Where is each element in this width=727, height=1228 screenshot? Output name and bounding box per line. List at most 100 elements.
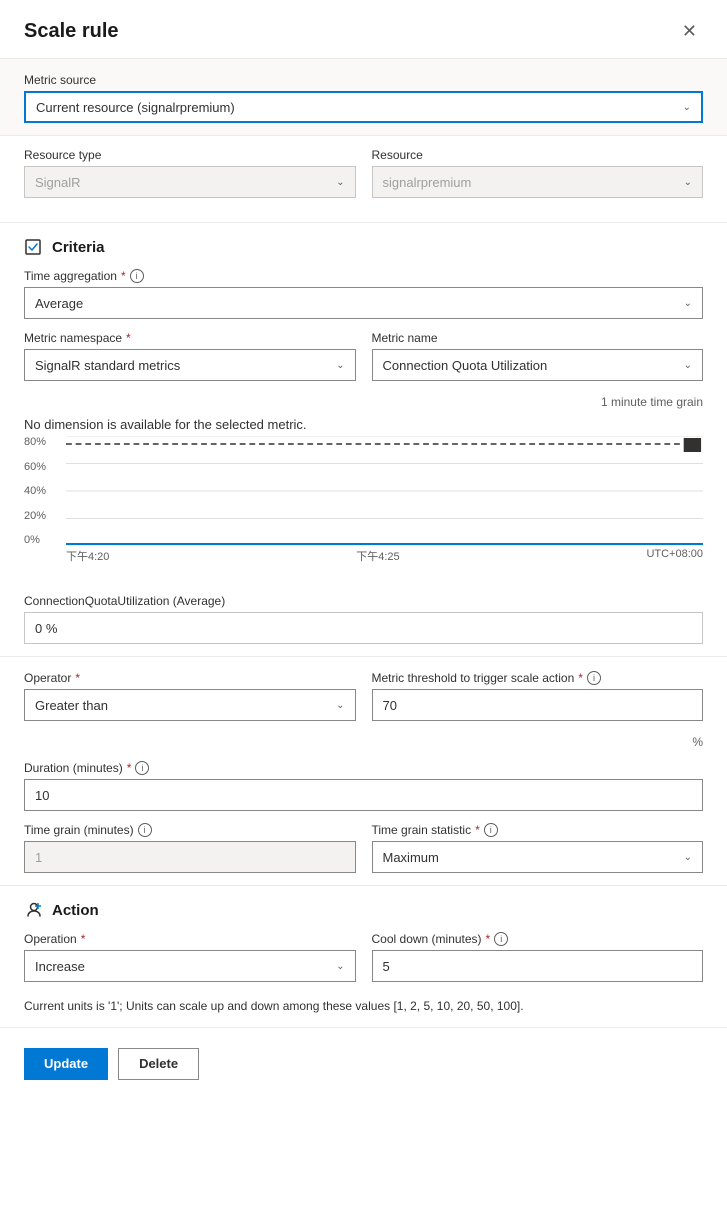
action-heading: Action	[24, 900, 703, 920]
y-label-60: 60%	[24, 461, 62, 473]
time-grain-note: 1 minute time grain	[24, 395, 703, 409]
chart-y-labels: 80% 60% 40% 20% 0%	[24, 436, 62, 546]
metric-namespace-value: SignalR standard metrics	[35, 358, 180, 373]
metric-name-chevron-icon: ⌄	[684, 360, 692, 371]
threshold-label: Metric threshold to trigger scale action…	[372, 671, 704, 685]
operation-label: Operation *	[24, 932, 356, 946]
x-label-425: 下午4:25	[356, 548, 399, 564]
time-grain-group: Time grain (minutes) i	[24, 823, 356, 873]
operation-cooldown-row: Operation * Increase ⌄ Cool down (minute…	[24, 932, 703, 994]
time-grain-statistic-value: Maximum	[383, 850, 439, 865]
resource-type-group: Resource type SignalR ⌄	[24, 148, 356, 198]
metric-source-label: Metric source	[24, 73, 703, 87]
metric-name-label: Metric name	[372, 331, 704, 345]
chart-x-labels: 下午4:20 下午4:25 UTC+08:00	[66, 548, 703, 564]
metric-name-group: Metric name Connection Quota Utilization…	[372, 331, 704, 381]
operator-group: Operator * Greater than ⌄	[24, 671, 356, 721]
chart-inner	[66, 436, 703, 546]
operation-group: Operation * Increase ⌄	[24, 932, 356, 982]
time-aggregation-required: *	[121, 269, 126, 283]
time-aggregation-chevron-icon: ⌄	[684, 298, 692, 309]
operation-required: *	[81, 932, 86, 946]
operator-value: Greater than	[35, 698, 108, 713]
duration-input[interactable]	[24, 779, 703, 811]
no-dimension-notice: No dimension is available for the select…	[24, 417, 703, 432]
criteria-icon	[24, 237, 44, 257]
operator-threshold-row: Operator * Greater than ⌄ Metric thresho…	[24, 671, 703, 733]
metric-value-input[interactable]	[24, 612, 703, 644]
duration-info-icon[interactable]: i	[135, 761, 149, 775]
resource-label: Resource	[372, 148, 704, 162]
update-button[interactable]: Update	[24, 1048, 108, 1080]
action-heading-text: Action	[52, 902, 99, 919]
time-grain-statistic-label: Time grain statistic * i	[372, 823, 704, 837]
y-label-40: 40%	[24, 485, 62, 497]
resource-dropdown[interactable]: signalrpremium ⌄	[372, 166, 704, 198]
operation-value: Increase	[35, 959, 85, 974]
metric-name-dropdown[interactable]: Connection Quota Utilization ⌄	[372, 349, 704, 381]
threshold-group: Metric threshold to trigger scale action…	[372, 671, 704, 721]
metric-source-value: Current resource (signalrpremium)	[36, 100, 235, 115]
close-button[interactable]: ✕	[676, 18, 703, 44]
metric-source-chevron-icon: ⌄	[683, 102, 691, 113]
operation-chevron-icon: ⌄	[336, 961, 344, 972]
duration-required: *	[127, 761, 132, 775]
operation-dropdown[interactable]: Increase ⌄	[24, 950, 356, 982]
x-label-utc: UTC+08:00	[646, 548, 703, 564]
time-grain-row: Time grain (minutes) i Time grain statis…	[24, 823, 703, 885]
time-grain-statistic-dropdown[interactable]: Maximum ⌄	[372, 841, 704, 873]
time-aggregation-value: Average	[35, 296, 83, 311]
time-aggregation-group: Time aggregation * i Average ⌄	[24, 269, 703, 319]
duration-group: Duration (minutes) * i	[24, 761, 703, 811]
time-grain-input	[24, 841, 356, 873]
metric-value-label: ConnectionQuotaUtilization (Average)	[24, 594, 703, 608]
time-grain-statistic-info-icon[interactable]: i	[484, 823, 498, 837]
criteria-heading-text: Criteria	[52, 239, 105, 256]
threshold-info-icon[interactable]: i	[587, 671, 601, 685]
operator-required: *	[75, 671, 80, 685]
operator-chevron-icon: ⌄	[336, 700, 344, 711]
metric-value-group: ConnectionQuotaUtilization (Average)	[24, 594, 703, 644]
threshold-input[interactable]	[372, 689, 704, 721]
metric-chart: 80% 60% 40% 20% 0%	[24, 436, 703, 586]
delete-button[interactable]: Delete	[118, 1048, 199, 1080]
threshold-unit: %	[24, 735, 703, 749]
time-aggregation-label: Time aggregation * i	[24, 269, 703, 283]
panel-title: Scale rule	[24, 20, 119, 43]
metric-namespace-chevron-icon: ⌄	[336, 360, 344, 371]
time-aggregation-dropdown[interactable]: Average ⌄	[24, 287, 703, 319]
resource-type-label: Resource type	[24, 148, 356, 162]
time-aggregation-info-icon[interactable]: i	[130, 269, 144, 283]
panel-header: Scale rule ✕	[0, 0, 727, 58]
y-label-0: 0%	[24, 534, 62, 546]
resource-value: signalrpremium	[383, 175, 472, 190]
time-grain-statistic-group: Time grain statistic * i Maximum ⌄	[372, 823, 704, 873]
time-grain-info-icon[interactable]: i	[138, 823, 152, 837]
resource-type-dropdown[interactable]: SignalR ⌄	[24, 166, 356, 198]
chart-container: 80% 60% 40% 20% 0%	[24, 436, 703, 566]
operator-label: Operator *	[24, 671, 356, 685]
resource-type-value: SignalR	[35, 175, 81, 190]
metric-namespace-group: Metric namespace * SignalR standard metr…	[24, 331, 356, 381]
footer: Update Delete	[0, 1028, 727, 1100]
units-note: Current units is '1'; Units can scale up…	[24, 998, 703, 1015]
action-icon	[24, 900, 44, 920]
cool-down-info-icon[interactable]: i	[494, 932, 508, 946]
metric-namespace-dropdown[interactable]: SignalR standard metrics ⌄	[24, 349, 356, 381]
criteria-heading: Criteria	[24, 237, 703, 257]
duration-label: Duration (minutes) * i	[24, 761, 703, 775]
time-grain-label: Time grain (minutes) i	[24, 823, 356, 837]
y-label-20: 20%	[24, 510, 62, 522]
cool-down-group: Cool down (minutes) * i	[372, 932, 704, 982]
cool-down-required: *	[486, 932, 491, 946]
cool-down-input[interactable]	[372, 950, 704, 982]
time-grain-statistic-required: *	[475, 823, 480, 837]
metric-source-dropdown[interactable]: Current resource (signalrpremium) ⌄	[24, 91, 703, 123]
metric-namespace-label: Metric namespace *	[24, 331, 356, 345]
metric-name-value: Connection Quota Utilization	[383, 358, 548, 373]
time-grain-statistic-chevron-icon: ⌄	[684, 852, 692, 863]
metric-namespace-required: *	[126, 331, 131, 345]
resource-group: Resource signalrpremium ⌄	[372, 148, 704, 198]
operator-dropdown[interactable]: Greater than ⌄	[24, 689, 356, 721]
resource-type-chevron-icon: ⌄	[336, 177, 344, 188]
